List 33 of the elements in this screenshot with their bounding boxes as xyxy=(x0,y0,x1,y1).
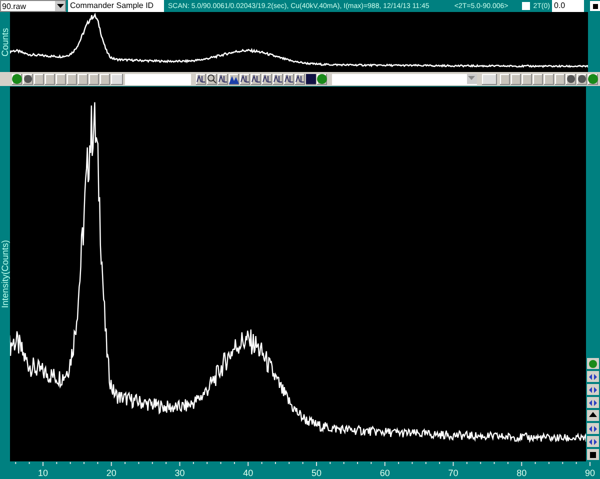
dropdown-field[interactable] xyxy=(332,74,477,84)
tick-label: 90 xyxy=(585,468,595,478)
toolbar-button[interactable] xyxy=(273,74,284,84)
sample-id-field[interactable]: Commander Sample ID xyxy=(68,0,164,12)
toolbar-button[interactable] xyxy=(251,74,262,84)
tick-label: 60 xyxy=(380,468,390,478)
tick-label: 30 xyxy=(174,468,185,478)
help-icon[interactable] xyxy=(587,358,599,369)
tick-label: 10 xyxy=(38,468,48,478)
tick-label: 70 xyxy=(448,468,458,478)
toolbar-button[interactable] xyxy=(262,74,272,84)
toolbar-button[interactable] xyxy=(229,74,240,84)
toolbar-button[interactable] xyxy=(240,74,250,84)
help-icon[interactable] xyxy=(317,74,328,84)
toolbar-button[interactable] xyxy=(218,74,228,84)
help-icon[interactable] xyxy=(588,74,598,84)
search-icon[interactable] xyxy=(207,74,218,84)
tick-label: 50 xyxy=(312,468,322,478)
stop-icon[interactable] xyxy=(587,449,599,460)
tick-label: 20 xyxy=(106,468,116,478)
input-field[interactable] xyxy=(124,74,192,84)
offset-field[interactable]: 0.0 xyxy=(552,0,584,12)
help-icon[interactable] xyxy=(12,74,22,84)
square-button[interactable] xyxy=(590,1,600,11)
axis-label: Intensity(Counts) xyxy=(0,240,10,308)
tiles-icon[interactable] xyxy=(306,74,316,84)
side-button[interactable] xyxy=(587,410,599,421)
axis-label: Counts xyxy=(0,28,10,56)
tick-label: 80 xyxy=(516,468,527,478)
checkbox[interactable] xyxy=(522,2,530,10)
toolbar-button[interactable] xyxy=(196,74,206,84)
tick-label: 40 xyxy=(243,468,254,478)
file-select[interactable]: 90.raw xyxy=(0,0,66,12)
